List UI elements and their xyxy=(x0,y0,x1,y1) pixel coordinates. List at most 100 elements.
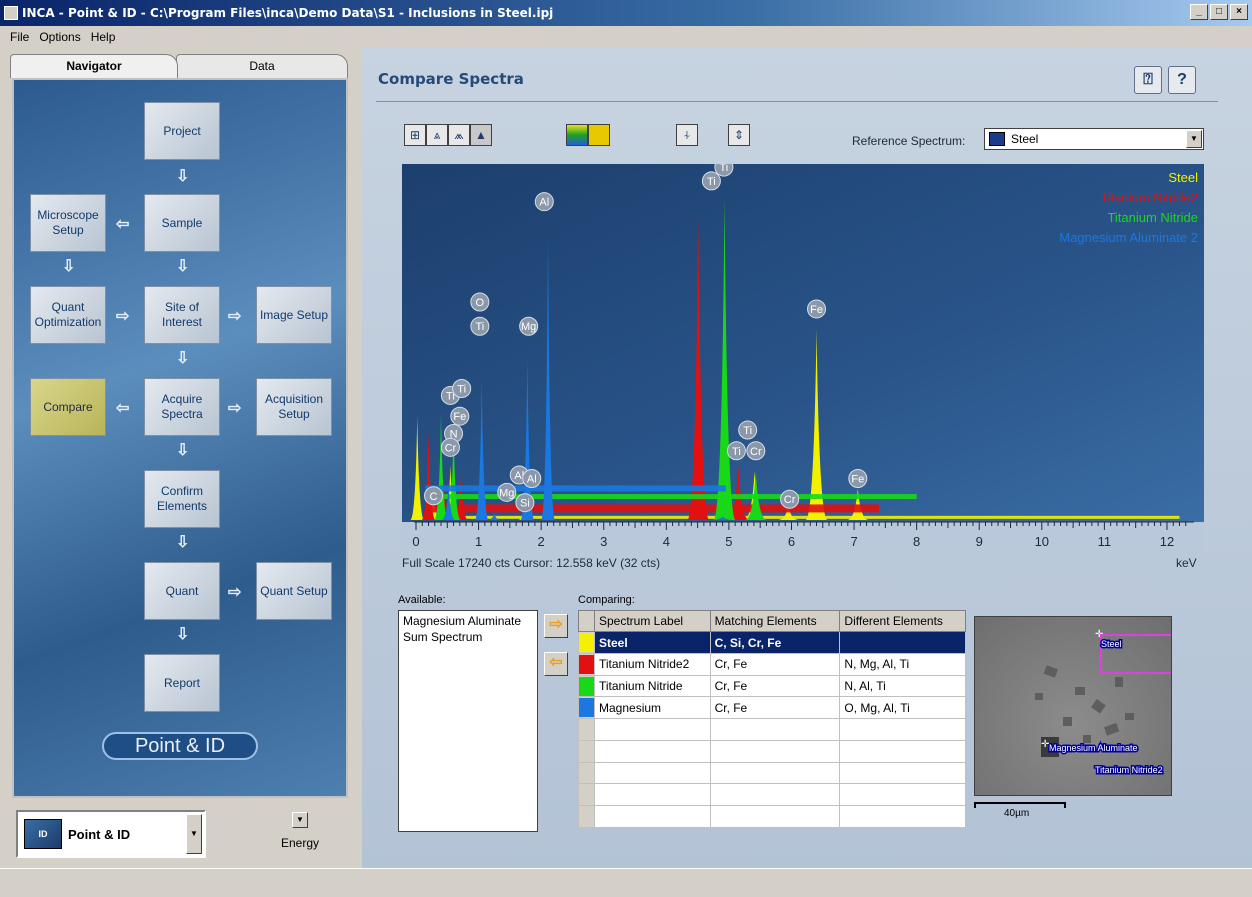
peak-label[interactable]: Cr xyxy=(746,441,766,461)
spectrum-chart[interactable]: Al Ti Ti O Ti Mg Fe Ti Ti Fe N Cr C Al Al Mg Si Ti Ti Cr Cr F… xyxy=(402,164,1204,576)
remove-arrow-button[interactable]: ⇦ xyxy=(544,652,568,676)
nav-site-of-interest[interactable]: Site of Interest xyxy=(144,286,220,344)
available-list[interactable]: Magnesium Aluminate Sum Spectrum xyxy=(398,610,538,832)
chevron-down-icon[interactable]: ▼ xyxy=(1186,130,1202,148)
left-panel: Navigator Data Project ⇩ Sample ⇦ Micros… xyxy=(0,48,360,868)
filled-spectrum-icon[interactable]: ▲ xyxy=(470,124,492,146)
peak-label-text: Al xyxy=(539,197,549,209)
table-cell: Steel xyxy=(594,631,711,654)
peak-label[interactable]: Cr xyxy=(440,437,460,457)
comparing-label: Comparing: xyxy=(578,594,635,606)
x-tick-label: 10 xyxy=(1035,534,1049,549)
peak-label-text: Ti xyxy=(707,176,716,188)
reference-spectrum-select[interactable]: Steel ▼ xyxy=(984,128,1204,150)
sample-image-thumbnail[interactable]: Steel Magnesium Aluminate Titanium Nitri… xyxy=(974,616,1172,796)
crosshair-icon: ✛ xyxy=(1095,629,1103,640)
add-arrow-button[interactable]: ⇨ xyxy=(544,614,568,638)
col-header[interactable]: Different Elements xyxy=(839,609,966,633)
spectrum-svg[interactable]: AlTiTiOTi MgFeTiTiFeNCrCAl AlMgSiTiTi CrCrF… xyxy=(402,164,1204,554)
energy-module[interactable]: ▼ Energy xyxy=(270,812,330,850)
table-row[interactable]: Steel C, Si, Cr, Fe xyxy=(578,631,966,654)
peak-label[interactable]: Si xyxy=(515,493,535,513)
grid-view-icon[interactable]: ⊞ xyxy=(404,124,426,146)
module-select[interactable]: ID Point & ID ▼ xyxy=(16,810,206,858)
peak-label[interactable]: O xyxy=(470,292,490,312)
x-tick-label: 8 xyxy=(913,534,920,549)
close-button[interactable]: × xyxy=(1230,4,1248,20)
nav-quant-setup[interactable]: Quant Setup xyxy=(256,562,332,620)
comparing-table[interactable]: Spectrum Label Matching Elements Differe… xyxy=(578,609,966,828)
chevron-down-icon[interactable]: ▼ xyxy=(186,814,202,854)
menu-file[interactable]: File xyxy=(10,30,29,44)
solid-color-icon[interactable] xyxy=(588,124,610,146)
tab-navigator[interactable]: Navigator xyxy=(10,54,178,78)
table-row-empty[interactable] xyxy=(578,805,966,828)
crosshair-icon: ✛ xyxy=(1041,739,1049,750)
list-item[interactable]: Magnesium Aluminate xyxy=(403,613,533,629)
table-cell: Cr, Fe xyxy=(709,674,841,698)
nav-quant[interactable]: Quant xyxy=(144,562,220,620)
peak-label[interactable]: Ti xyxy=(726,441,746,461)
peak-label[interactable]: Al xyxy=(522,468,542,488)
peak-label[interactable]: Ti xyxy=(701,171,721,191)
window-title: INCA - Point & ID - C:\Program Files\inc… xyxy=(22,6,554,20)
peak-label[interactable]: Fe xyxy=(450,406,470,426)
table-row-empty[interactable] xyxy=(578,761,966,785)
peak-label-text: Mg xyxy=(499,487,514,499)
single-spectrum-icon[interactable]: ⩓ xyxy=(426,124,448,146)
nav-compare[interactable]: Compare xyxy=(30,378,106,436)
peak-label[interactable]: Mg xyxy=(519,316,539,336)
nav-project[interactable]: Project xyxy=(144,102,220,160)
menu-options[interactable]: Options xyxy=(39,30,80,44)
legend-entry: Titanium Nitride xyxy=(1107,210,1198,225)
nav-acquire-spectra[interactable]: Acquire Spectra xyxy=(144,378,220,436)
peak-label[interactable]: Cr xyxy=(780,489,800,509)
nav-sample[interactable]: Sample xyxy=(144,194,220,252)
table-row-empty[interactable] xyxy=(578,739,966,763)
arrow-right-icon: ⇨ xyxy=(228,584,242,601)
nav-image-setup[interactable]: Image Setup xyxy=(256,286,332,344)
maximize-button[interactable]: □ xyxy=(1210,4,1228,20)
peak-label[interactable]: Ti xyxy=(470,316,490,336)
peak-label[interactable]: Fe xyxy=(807,299,827,319)
peak-label[interactable]: Al xyxy=(534,192,554,212)
col-header[interactable]: Matching Elements xyxy=(709,609,841,633)
peak-label[interactable]: Fe xyxy=(848,468,868,488)
scale-bar: 40µm xyxy=(974,802,1074,819)
minimize-button[interactable]: _ xyxy=(1190,4,1208,20)
help-button[interactable]: ? xyxy=(1168,66,1196,94)
nav-report[interactable]: Report xyxy=(144,654,220,712)
arrow-right-icon: ⇨ xyxy=(116,308,130,325)
table-row[interactable]: Titanium Nitride2 Cr, Fe N, Mg, Al, Ti xyxy=(578,652,966,676)
table-row-empty[interactable] xyxy=(578,783,966,807)
chevron-down-icon[interactable]: ▼ xyxy=(292,812,308,828)
nav-microscope-setup[interactable]: Microscope Setup xyxy=(30,194,106,252)
peak-label[interactable]: Ti xyxy=(738,420,758,440)
overlay-spectrum-icon[interactable]: ⩕ xyxy=(448,124,470,146)
color-palette-icon[interactable] xyxy=(566,124,588,146)
spectrum-icon xyxy=(989,132,1005,146)
table-row[interactable]: Titanium Nitride Cr, Fe N, Al, Ti xyxy=(578,674,966,698)
menu-help[interactable]: Help xyxy=(91,30,116,44)
peak-label[interactable]: Ti xyxy=(452,379,472,399)
help-topics-button[interactable]: ⍰ xyxy=(1134,66,1162,94)
nav-confirm-elements[interactable]: Confirm Elements xyxy=(144,470,220,528)
nav-acquisition-setup[interactable]: Acquisition Setup xyxy=(256,378,332,436)
col-header[interactable]: Spectrum Label xyxy=(594,609,711,633)
peak-label-text: Cr xyxy=(750,446,762,458)
legend-entry: Steel xyxy=(1168,170,1198,185)
app-icon xyxy=(4,6,18,20)
table-row[interactable]: Magnesium Cr, Fe O, Mg, Al, Ti xyxy=(578,696,966,720)
peak-label[interactable]: C xyxy=(424,486,444,506)
scale-icon[interactable]: ⇕ xyxy=(728,124,750,146)
table-row-empty[interactable] xyxy=(578,718,966,741)
peak-label[interactable]: Mg xyxy=(497,482,517,502)
x-axis-unit: keV xyxy=(1176,556,1197,570)
peak-marker-icon[interactable]: ⍭ xyxy=(676,124,698,146)
tab-data[interactable]: Data xyxy=(176,54,348,78)
nav-quant-optimization[interactable]: Quant Optimization xyxy=(30,286,106,344)
status-bar xyxy=(0,868,1252,897)
x-tick-label: 1 xyxy=(475,534,482,549)
list-item[interactable]: Sum Spectrum xyxy=(403,629,533,645)
window-controls: _ □ × xyxy=(1190,4,1248,20)
